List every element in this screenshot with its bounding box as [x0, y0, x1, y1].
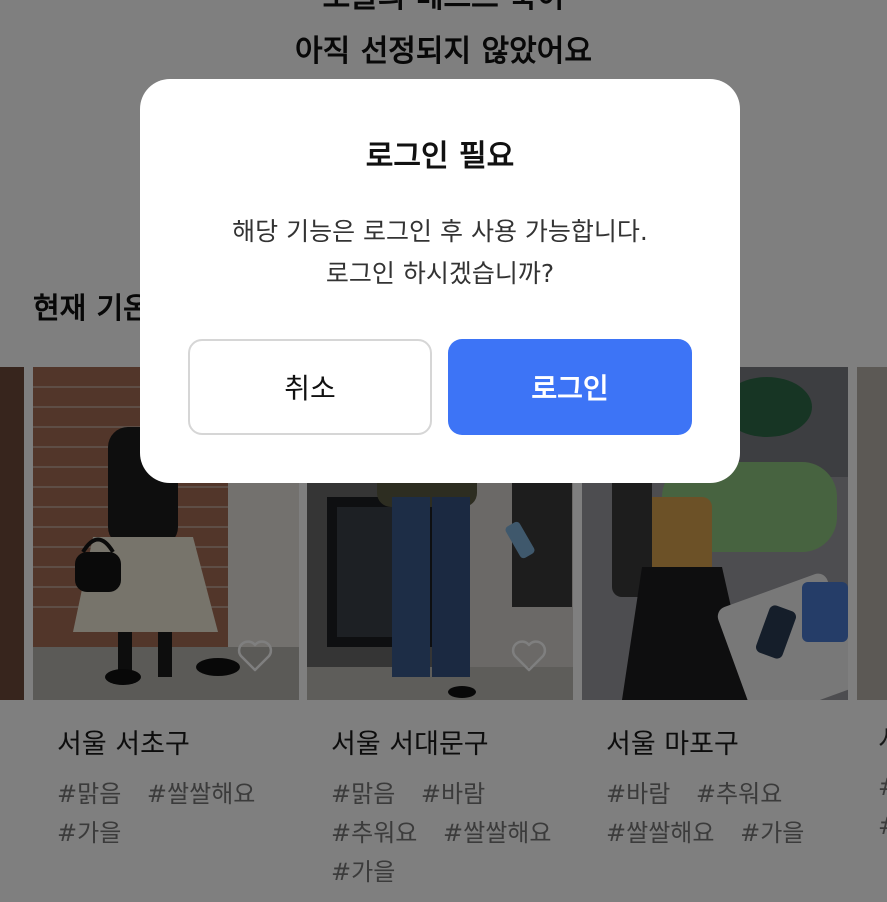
dialog-message: 해당 기능은 로그인 후 사용 가능합니다. 로그인 하시겠습니까?: [140, 211, 740, 295]
cancel-button[interactable]: 취소: [188, 339, 432, 435]
login-button[interactable]: 로그인: [448, 339, 692, 435]
dialog-message-line-2: 로그인 하시겠습니까?: [325, 259, 555, 288]
dialog-message-line-1: 해당 기능은 로그인 후 사용 가능합니다.: [232, 217, 648, 246]
login-required-dialog: 로그인 필요 해당 기능은 로그인 후 사용 가능합니다. 로그인 하시겠습니까…: [140, 79, 740, 483]
dialog-title: 로그인 필요: [365, 139, 515, 174]
